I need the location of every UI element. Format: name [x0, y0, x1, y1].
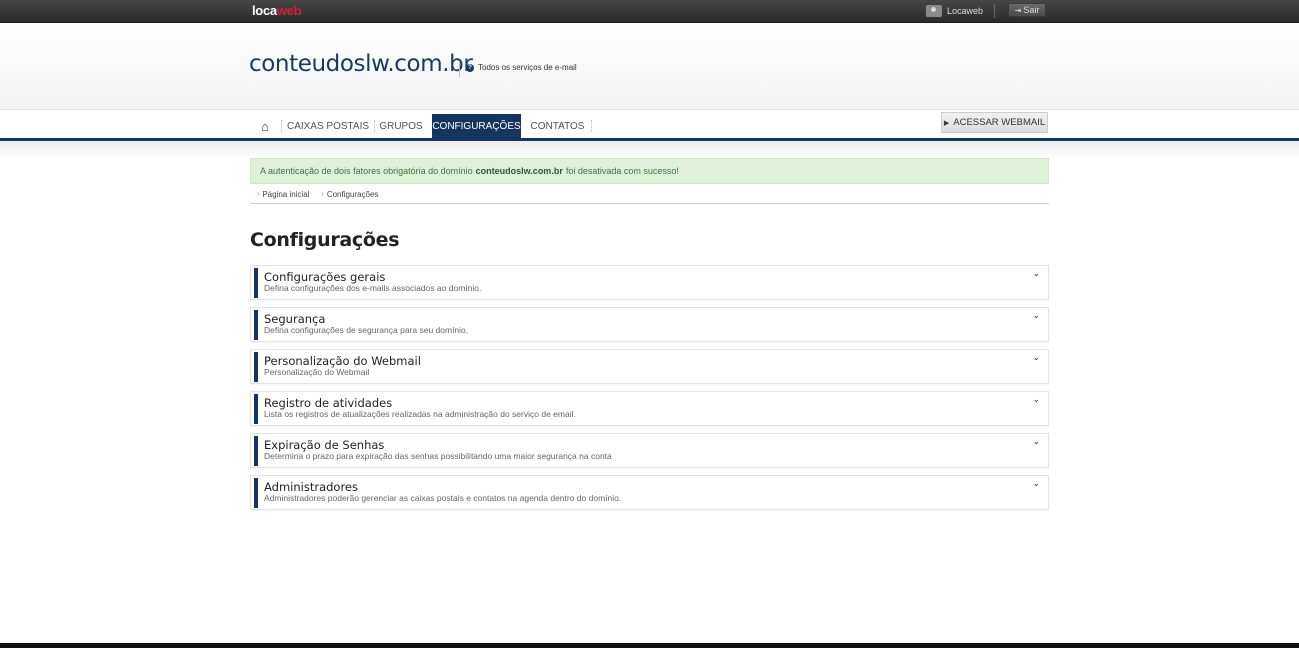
chevron-down-icon[interactable]: ⌄: [1032, 437, 1040, 447]
user-name: Locaweb: [947, 6, 984, 16]
home-icon: ⌂: [261, 118, 269, 134]
tab-contatos[interactable]: CONTATOS: [529, 114, 586, 138]
section-accent-bar: [254, 310, 258, 340]
section-title: Expiração de Senhas: [264, 438, 385, 452]
alert-text-after: foi desativada com sucesso!: [565, 166, 679, 176]
section-accent-bar: [254, 394, 258, 424]
section-title: Personalização do Webmail: [264, 354, 421, 368]
chevron-right-icon: ›: [321, 191, 324, 198]
nav-divider: [591, 120, 592, 132]
chevron-down-icon[interactable]: ⌄: [1032, 311, 1040, 321]
chevron-down-icon[interactable]: ⌄: [1032, 269, 1040, 279]
chevron-right-icon: ›: [257, 191, 260, 198]
breadcrumb-current-label: Configurações: [326, 190, 379, 199]
site-header: conteudoslw.com.br ? Todos os serviços d…: [0, 23, 1299, 110]
section-accent-bar: [254, 478, 258, 508]
all-services-label: Todos os serviços de e-mail: [478, 63, 577, 72]
section-seguranca[interactable]: Segurança Defina configurações de segura…: [250, 307, 1049, 342]
footer-bar: [0, 643, 1299, 648]
section-configuracoes-gerais[interactable]: Configurações gerais Defina configuraçõe…: [250, 265, 1049, 300]
section-accent-bar: [254, 436, 258, 466]
user-icon: [926, 5, 942, 17]
logo-text-web: web: [276, 3, 302, 18]
tab-configuracoes[interactable]: CONFIGURAÇÕES: [432, 114, 521, 138]
section-description: Lista os registros de atualizações reali…: [264, 409, 576, 419]
section-description: Defina configurações de segurança para s…: [264, 325, 469, 335]
alert-text-before: A autenticação de dois fatores obrigatór…: [260, 166, 473, 176]
page-title: Configurações: [250, 229, 400, 251]
section-description: Determina o prazo para expiração das sen…: [264, 451, 612, 461]
logout-icon: ⇥: [1014, 5, 1022, 15]
nav-shadow: [0, 141, 1299, 159]
breadcrumb-home[interactable]: › Página inicial: [257, 190, 309, 199]
section-accent-bar: [254, 352, 258, 382]
section-description: Administradores poderão gerenciar as cai…: [264, 493, 622, 503]
success-alert: A autenticação de dois fatores obrigatór…: [250, 158, 1049, 184]
chevron-down-icon[interactable]: ⌄: [1032, 353, 1040, 363]
access-webmail-label: ACESSAR WEBMAIL: [953, 117, 1046, 128]
section-personalizacao-webmail[interactable]: Personalização do Webmail Personalização…: [250, 349, 1049, 384]
top-bar: locaweb Locaweb ⇥ Sair: [0, 0, 1299, 23]
section-registro-atividades[interactable]: Registro de atividades Lista os registro…: [250, 391, 1049, 426]
section-description: Defina configurações dos e-mails associa…: [264, 283, 482, 293]
user-account[interactable]: Locaweb: [926, 4, 983, 18]
logo-text-loca: loca: [252, 3, 277, 18]
main-nav: ⌂ CAIXAS POSTAIS GRUPOS CONFIGURAÇÕES CO…: [0, 110, 1299, 141]
logout-button[interactable]: ⇥ Sair: [1008, 3, 1046, 17]
tab-caixas-postais[interactable]: CAIXAS POSTAIS: [286, 114, 370, 138]
access-webmail-button[interactable]: ▶ ACESSAR WEBMAIL: [941, 112, 1048, 133]
section-administradores[interactable]: Administradores Administradores poderão …: [250, 475, 1049, 510]
section-title: Administradores: [264, 480, 358, 494]
nav-home[interactable]: ⌂: [255, 114, 275, 138]
domain-title: conteudoslw.com.br: [249, 51, 473, 77]
chevron-down-icon[interactable]: ⌄: [1032, 395, 1040, 405]
header-divider: [459, 61, 460, 77]
locaweb-logo[interactable]: locaweb: [252, 3, 302, 18]
chevron-down-icon[interactable]: ⌄: [1032, 479, 1040, 489]
chevron-right-icon: ▶: [943, 119, 950, 127]
section-expiracao-senhas[interactable]: Expiração de Senhas Determina o prazo pa…: [250, 433, 1049, 468]
nav-divider: [374, 120, 375, 132]
topbar-divider: [994, 4, 995, 18]
section-title: Registro de atividades: [264, 396, 393, 410]
section-title: Segurança: [264, 312, 326, 326]
all-services-link[interactable]: ? Todos os serviços de e-mail: [466, 63, 577, 72]
breadcrumb-current: › Configurações: [321, 190, 378, 199]
nav-divider: [281, 120, 282, 132]
alert-domain: conteudoslw.com.br: [475, 166, 563, 176]
section-accent-bar: [254, 268, 258, 298]
tab-grupos[interactable]: GRUPOS: [378, 114, 424, 138]
logout-label: Sair: [1023, 5, 1040, 15]
info-icon: ?: [466, 63, 474, 72]
section-title: Configurações gerais: [264, 270, 386, 284]
section-description: Personalização do Webmail: [264, 367, 370, 377]
breadcrumb: › Página inicial › Configurações: [250, 188, 1049, 204]
breadcrumb-home-label: Página inicial: [262, 190, 310, 199]
